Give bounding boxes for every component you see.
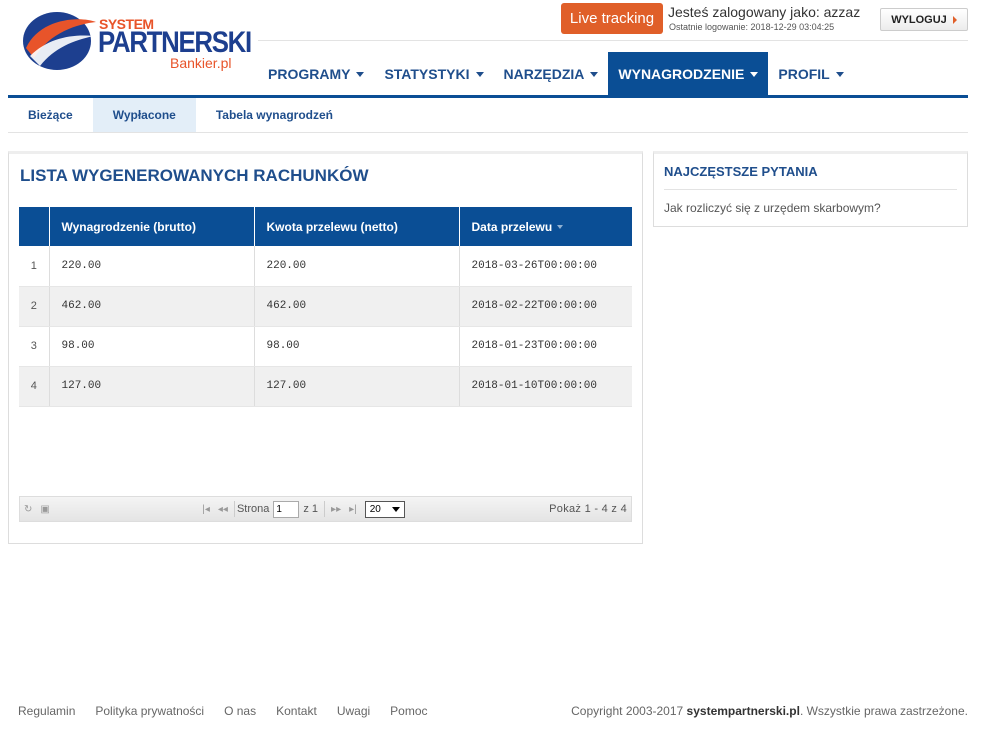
faq-link[interactable]: Jak rozliczyć się z urzędem skarbowym?	[664, 201, 881, 215]
main-nav: PROGRAMY STATYSTYKI NARZĘDZIA WYNAGRODZE…	[258, 52, 854, 96]
caret-down-icon	[750, 71, 759, 77]
faq-divider	[664, 189, 957, 190]
sort-icon	[557, 225, 564, 230]
nav-item-statystyki[interactable]: STATYSTYKI	[374, 52, 493, 96]
arrow-right-icon	[952, 15, 957, 24]
prev-page-icon[interactable]: ◂◂	[218, 504, 228, 515]
column-header-index	[19, 207, 49, 246]
footer-link-regulamin[interactable]: Regulamin	[18, 704, 75, 718]
table-pager: ↻ ▣ |◂ ◂◂ Strona z 1 ▸▸ ▸| 20 Pokaż 1 - …	[19, 496, 632, 522]
table-row[interactable]: 4 127.00 127.00 2018-01-10T00:00:00	[19, 366, 632, 407]
column-header-date[interactable]: Data przelewu	[458, 207, 632, 246]
rows-per-page-select[interactable]: 20	[364, 500, 405, 518]
last-login-text: Ostatnie logowanie: 2018-12-29 03:04:25	[669, 22, 835, 32]
cell-brutto: 98.00	[48, 326, 254, 367]
logout-label: WYLOGUJ	[891, 13, 947, 26]
invoices-panel: LISTA WYGENEROWANYCH RACHUNKÓW Wynagrodz…	[8, 151, 643, 544]
nav-item-profil[interactable]: PROFIL	[768, 52, 853, 96]
footer-links: Regulamin Polityka prywatności O nas Kon…	[18, 704, 428, 718]
footer-link-polityka[interactable]: Polityka prywatności	[95, 704, 204, 718]
logo-text-bankier: Bankier.pl	[170, 55, 232, 71]
subnav-item-biezace[interactable]: Bieżące	[8, 98, 93, 132]
last-page-icon[interactable]: ▸|	[349, 504, 357, 515]
footer-link-o-nas[interactable]: O nas	[224, 704, 256, 718]
nav-item-narzedzia[interactable]: NARZĘDZIA	[494, 52, 609, 96]
nav-item-label: WYNAGRODZENIE	[618, 66, 745, 82]
cell-date: 2018-01-23T00:00:00	[458, 326, 632, 367]
page-number-input[interactable]	[273, 500, 300, 518]
records-info: Pokaż 1 - 4 z 4	[549, 503, 628, 515]
subnav-item-tabela-wynagrodzen[interactable]: Tabela wynagrodzeń	[196, 98, 353, 132]
page-title: LISTA WYGENEROWANYCH RACHUNKÓW	[20, 166, 369, 185]
save-icon[interactable]: ▣	[40, 504, 49, 515]
copyright-site: systempartnerski.pl	[686, 704, 800, 718]
cell-brutto: 462.00	[48, 286, 254, 327]
logout-button[interactable]: WYLOGUJ	[880, 8, 968, 31]
nav-item-wynagrodzenie[interactable]: WYNAGRODZENIE	[608, 52, 769, 96]
cell-date: 2018-03-26T00:00:00	[458, 246, 632, 287]
next-page-icon[interactable]: ▸▸	[331, 504, 341, 515]
caret-down-icon	[356, 71, 365, 77]
caret-down-icon	[590, 71, 599, 77]
column-header-netto[interactable]: Kwota przelewu (netto)	[253, 207, 459, 246]
sub-nav: Bieżące Wypłacone Tabela wynagrodzeń	[8, 98, 968, 133]
footer-link-kontakt[interactable]: Kontakt	[276, 704, 317, 718]
cell-netto: 220.00	[253, 246, 459, 287]
footer-link-pomoc[interactable]: Pomoc	[390, 704, 427, 718]
invoices-table: Wynagrodzenie (brutto) Kwota przelewu (n…	[19, 207, 632, 407]
faq-title: NAJCZĘSTSZE PYTANIA	[664, 164, 818, 179]
table-row[interactable]: 1 220.00 220.00 2018-03-26T00:00:00	[19, 246, 632, 287]
cell-date: 2018-02-22T00:00:00	[458, 286, 632, 327]
table-row[interactable]: 2 462.00 462.00 2018-02-22T00:00:00	[19, 286, 632, 327]
nav-item-programy[interactable]: PROGRAMY	[258, 52, 374, 96]
subnav-item-wyplacone[interactable]: Wypłacone	[92, 98, 196, 132]
nav-item-label: PROGRAMY	[268, 66, 351, 82]
cell-netto: 127.00	[253, 366, 459, 407]
header-divider	[258, 40, 968, 41]
column-header-brutto[interactable]: Wynagrodzenie (brutto)	[48, 207, 254, 246]
chevron-down-icon	[391, 506, 400, 512]
nav-item-label: NARZĘDZIA	[503, 66, 585, 82]
faq-panel: NAJCZĘSTSZE PYTANIA Jak rozliczyć się z …	[653, 151, 968, 227]
caret-down-icon	[835, 71, 844, 77]
cell-date: 2018-01-10T00:00:00	[458, 366, 632, 407]
footer-link-uwagi[interactable]: Uwagi	[337, 704, 370, 718]
copyright: Copyright 2003-2017 systempartnerski.pl.…	[571, 704, 968, 718]
table-row[interactable]: 3 98.00 98.00 2018-01-23T00:00:00	[19, 326, 632, 367]
page-label: Strona	[236, 503, 270, 515]
cell-brutto: 127.00	[48, 366, 254, 407]
first-page-icon[interactable]: |◂	[202, 504, 210, 515]
row-number: 3	[19, 326, 49, 367]
page-count-label: z 1	[303, 503, 319, 515]
logged-user-text: Jesteś zalogowany jako: azzaz	[668, 4, 861, 20]
logo[interactable]: SYSTEM PARTNERSKI Bankier.pl	[20, 8, 252, 74]
rows-per-page-value: 20	[369, 503, 381, 515]
cell-netto: 98.00	[253, 326, 459, 367]
row-number: 2	[19, 286, 49, 327]
refresh-icon[interactable]: ↻	[24, 504, 32, 515]
nav-item-label: STATYSTYKI	[384, 66, 470, 82]
cell-netto: 462.00	[253, 286, 459, 327]
nav-item-label: PROFIL	[778, 66, 830, 82]
live-tracking-button[interactable]: Live tracking	[561, 3, 663, 34]
caret-down-icon	[475, 71, 484, 77]
logo-globe-icon	[23, 12, 96, 70]
row-number: 4	[19, 366, 49, 407]
row-number: 1	[19, 246, 49, 287]
cell-brutto: 220.00	[48, 246, 254, 287]
